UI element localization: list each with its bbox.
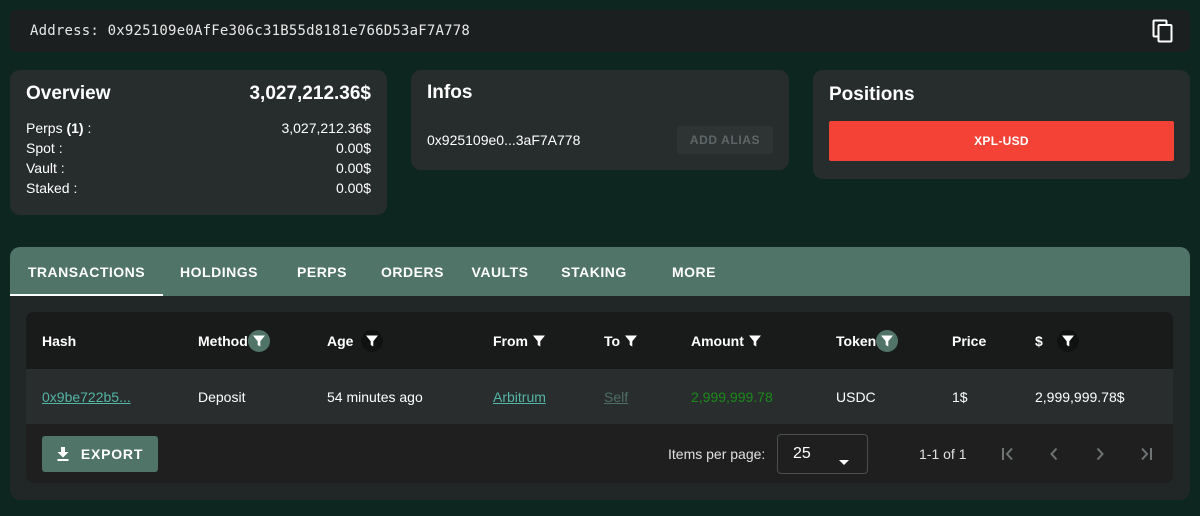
overview-total: 3,027,212.36$ xyxy=(249,83,371,104)
column-amount: Amount xyxy=(691,312,762,369)
cell-from[interactable]: Arbitrum xyxy=(493,370,546,424)
filter-icon[interactable] xyxy=(748,334,762,348)
filter-icon[interactable] xyxy=(624,334,638,348)
positions-title: Positions xyxy=(829,84,915,105)
column-from: From xyxy=(493,312,546,369)
overview-label: Spot : xyxy=(26,140,63,156)
copy-icon[interactable] xyxy=(1150,18,1176,44)
first-page-icon[interactable] xyxy=(996,442,1020,466)
overview-row-staked: Staked : 0.00$ xyxy=(26,178,371,198)
download-icon xyxy=(57,447,69,461)
overview-row-spot: Spot : 0.00$ xyxy=(26,138,371,158)
table-row: 0x9be722b5... Deposit 54 minutes ago Arb… xyxy=(26,369,1173,424)
overview-label: Perps (1) : xyxy=(26,120,92,136)
last-page-icon[interactable] xyxy=(1134,442,1158,466)
overview-value: 0.00$ xyxy=(335,180,371,196)
tab-perps[interactable]: PERPS xyxy=(275,247,369,296)
tab-transactions[interactable]: TRANSACTIONS xyxy=(10,247,163,296)
infos-title: Infos xyxy=(427,82,473,103)
overview-value: 0.00$ xyxy=(335,160,371,176)
tab-orders[interactable]: ORDERS xyxy=(369,247,456,296)
chevron-down-icon xyxy=(839,452,849,470)
position-xpl-usd-button[interactable]: XPL-USD xyxy=(829,121,1174,161)
filter-icon[interactable] xyxy=(361,329,384,352)
filter-icon[interactable] xyxy=(532,334,546,348)
address-bar: Address: 0x925109e0AfFe306c31B55d8181e76… xyxy=(10,10,1190,52)
filter-icon[interactable] xyxy=(876,329,899,352)
cell-token: USDC xyxy=(836,389,876,405)
transactions-table: Hash Method Age From To Amount Token Pri… xyxy=(26,312,1173,483)
overview-card: Overview 3,027,212.36$ Perps (1) : 3,027… xyxy=(10,70,387,215)
cell-method: Deposit xyxy=(198,389,246,405)
table-footer: EXPORT Items per page: 25 1-1 of 1 xyxy=(26,424,1173,483)
tabs-panel: TRANSACTIONS HOLDINGS PERPS ORDERS VAULT… xyxy=(10,247,1190,500)
filter-icon[interactable] xyxy=(1056,329,1079,352)
table-header: Hash Method Age From To Amount Token Pri… xyxy=(26,312,1173,369)
tab-staking[interactable]: STAKING xyxy=(544,247,644,296)
previous-page-icon[interactable] xyxy=(1042,442,1066,466)
overview-row-perps: Perps (1) : 3,027,212.36$ xyxy=(26,118,371,138)
cell-hash[interactable]: 0x9be722b5... xyxy=(42,370,131,424)
tab-bar: TRANSACTIONS HOLDINGS PERPS ORDERS VAULT… xyxy=(10,247,1190,296)
positions-card: Positions XPL-USD xyxy=(813,70,1190,179)
column-price: Price xyxy=(952,332,987,349)
column-age: Age xyxy=(327,312,384,369)
column-token: Token xyxy=(836,312,899,369)
cell-amount: 2,999,999.78 xyxy=(691,389,773,405)
column-hash: Hash xyxy=(42,332,77,349)
cell-price: 1$ xyxy=(952,389,968,405)
overview-value: 0.00$ xyxy=(335,140,371,156)
cell-usd: 2,999,999.78$ xyxy=(1035,389,1125,405)
filter-icon[interactable] xyxy=(247,329,270,352)
next-page-icon[interactable] xyxy=(1088,442,1112,466)
infos-card: Infos 0x925109e0...3aF7A778 ADD ALIAS xyxy=(411,70,789,170)
tab-vaults[interactable]: VAULTS xyxy=(456,247,544,296)
short-address: 0x925109e0...3aF7A778 xyxy=(427,132,581,148)
add-alias-button[interactable]: ADD ALIAS xyxy=(677,126,773,154)
overview-label: Staked : xyxy=(26,180,78,196)
wallet-address: Address: 0x925109e0AfFe306c31B55d8181e76… xyxy=(30,23,471,39)
cell-to[interactable]: Self xyxy=(604,370,628,424)
tab-more[interactable]: MORE xyxy=(644,247,744,296)
overview-title: Overview xyxy=(26,83,111,104)
overview-row-vault: Vault : 0.00$ xyxy=(26,158,371,178)
cell-age: 54 minutes ago xyxy=(327,389,423,405)
items-per-page-select[interactable]: 25 xyxy=(777,434,868,474)
export-button[interactable]: EXPORT xyxy=(42,436,158,472)
overview-label: Vault : xyxy=(26,160,65,176)
column-to: To xyxy=(604,312,638,369)
items-per-page-label: Items per page: xyxy=(668,445,766,462)
column-usd: $ xyxy=(1035,312,1079,369)
page-range: 1-1 of 1 xyxy=(919,445,967,462)
column-method: Method xyxy=(198,312,270,369)
overview-value: 3,027,212.36$ xyxy=(281,120,371,136)
tab-holdings[interactable]: HOLDINGS xyxy=(163,247,275,296)
